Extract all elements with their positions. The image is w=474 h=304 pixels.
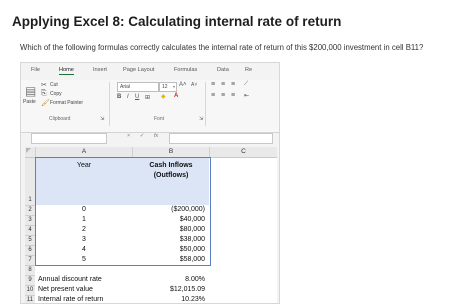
align-center-icon[interactable]: ≡ — [221, 92, 225, 99]
name-box[interactable] — [31, 133, 107, 144]
row-header-2[interactable]: 2 — [25, 206, 35, 216]
column-header-c[interactable]: C — [210, 147, 277, 158]
row-header-8[interactable]: 8 — [25, 266, 35, 276]
cell-cash-flow[interactable]: $38,000 — [133, 236, 205, 243]
tab-data[interactable]: Data — [217, 67, 229, 73]
format-painter-button[interactable]: Format Painter — [50, 100, 83, 106]
font-launcher-icon[interactable]: ⇲ — [199, 116, 203, 122]
cell-npv-label[interactable]: Net present value — [38, 286, 93, 293]
font-name-value: Arial — [120, 84, 131, 90]
copy-button[interactable]: Copy — [50, 91, 62, 97]
cut-icon[interactable]: ✂ — [41, 81, 47, 89]
align-top-icon[interactable]: ≡ — [211, 81, 215, 88]
ribbon-divider — [205, 82, 206, 126]
cell-year[interactable]: 4 — [36, 246, 132, 253]
copy-icon[interactable]: ⎘ — [41, 90, 47, 98]
italic-icon[interactable]: I — [127, 94, 129, 100]
question-text: Which of the following formulas correctl… — [20, 43, 424, 52]
tab-insert[interactable]: Insert — [93, 67, 107, 73]
ribbon: ▤ Paste ✂ Cut ⎘ Copy 🖌 Format Painter Cl… — [21, 80, 279, 133]
tab-page-layout[interactable]: Page Layout — [123, 67, 154, 73]
spreadsheet-grid: A B C 1 2 3 4 5 6 7 8 9 10 11 Year Cash … — [25, 147, 277, 303]
row-header-9[interactable]: 9 — [25, 276, 35, 286]
format-painter-icon[interactable]: 🖌 — [41, 99, 50, 107]
tab-review[interactable]: Re — [245, 67, 252, 73]
cell-cash-flow[interactable]: $80,000 — [133, 226, 205, 233]
row-header-1[interactable]: 1 — [25, 158, 35, 206]
cell-irr-value[interactable]: 10.23% — [133, 296, 205, 303]
align-right-icon[interactable]: ≡ — [231, 92, 235, 99]
indent-icon[interactable]: ⇤ — [244, 92, 249, 99]
clipboard-group-label: Clipboard — [49, 116, 71, 122]
cell-year[interactable]: 2 — [36, 226, 132, 233]
cut-button[interactable]: Cut — [50, 82, 58, 88]
bold-icon[interactable]: B — [117, 94, 121, 100]
ribbon-divider — [109, 82, 110, 126]
font-size-dropdown[interactable]: 12 ▾ — [159, 82, 177, 92]
font-name-dropdown[interactable]: Arial — [117, 82, 159, 92]
align-middle-icon[interactable]: ≡ — [221, 81, 225, 88]
orientation-icon[interactable]: ⟋ — [244, 81, 248, 88]
fill-color-icon[interactable]: ◆ — [161, 93, 166, 100]
clipboard-launcher-icon[interactable]: ⇲ — [100, 116, 104, 122]
page-title: Applying Excel 8: Calculating internal r… — [12, 14, 342, 29]
align-bottom-icon[interactable]: ≡ — [231, 81, 235, 88]
formula-input[interactable] — [169, 133, 273, 144]
cell-b1-line1[interactable]: Cash Inflows — [133, 162, 209, 169]
cell-cash-flow[interactable]: $40,000 — [133, 216, 205, 223]
row-header-7[interactable]: 7 — [25, 256, 35, 266]
cell-year[interactable]: 1 — [36, 216, 132, 223]
cell-year[interactable]: 0 — [36, 206, 132, 213]
cell-a1-year-header[interactable]: Year — [36, 162, 132, 169]
cell-cash-flow[interactable]: $50,000 — [133, 246, 205, 253]
cell-cash-flow[interactable]: ($200,000) — [133, 206, 205, 213]
paste-icon[interactable]: ▤ — [25, 84, 36, 98]
font-color-icon[interactable]: A — [174, 93, 178, 99]
increase-font-icon[interactable]: A˄ — [179, 82, 187, 88]
row-header-6[interactable]: 6 — [25, 246, 35, 256]
excel-screenshot: File Home Insert Page Layout Formulas Da… — [20, 62, 280, 304]
row-header-5[interactable]: 5 — [25, 236, 35, 246]
formula-bar: × ✓ fx — [31, 133, 273, 144]
cell-year[interactable]: 5 — [36, 256, 132, 263]
row-header-4[interactable]: 4 — [25, 226, 35, 236]
align-left-icon[interactable]: ≡ — [211, 92, 215, 99]
tab-home[interactable]: Home — [59, 67, 74, 75]
row-header-10[interactable]: 10 — [25, 286, 35, 296]
cancel-icon[interactable]: × — [127, 133, 130, 139]
row-header-3[interactable]: 3 — [25, 216, 35, 226]
font-size-value: 12 — [162, 84, 168, 90]
cell-npv-value[interactable]: $12,015.09 — [133, 286, 205, 293]
chevron-down-icon: ▾ — [172, 84, 175, 89]
ribbon-tabs: File Home Insert Page Layout Formulas Da… — [21, 67, 279, 79]
formula-buttons: × ✓ fx — [127, 133, 158, 139]
cell-annual-discount-rate-label[interactable]: Annual discount rate — [38, 276, 102, 283]
decrease-font-icon[interactable]: A˅ — [191, 82, 197, 88]
cell-irr-label[interactable]: Internal rate of return — [38, 296, 103, 303]
cell-year[interactable]: 3 — [36, 236, 132, 243]
enter-icon[interactable]: ✓ — [140, 133, 145, 139]
borders-icon[interactable]: ⊞ — [145, 94, 150, 101]
font-group-label: Font — [154, 116, 165, 122]
cell-annual-discount-rate-value[interactable]: 8.00% — [133, 276, 205, 283]
row-header-11[interactable]: 11 — [25, 296, 35, 303]
paste-label[interactable]: Paste — [23, 99, 36, 105]
tab-formulas[interactable]: Formulas — [174, 67, 197, 73]
underline-icon[interactable]: U — [135, 94, 139, 100]
tab-file[interactable]: File — [31, 67, 40, 73]
cell-cash-flow[interactable]: $58,000 — [133, 256, 205, 263]
cell-b1-line2[interactable]: (Outflows) — [133, 172, 209, 179]
fx-icon[interactable]: fx — [154, 133, 158, 139]
